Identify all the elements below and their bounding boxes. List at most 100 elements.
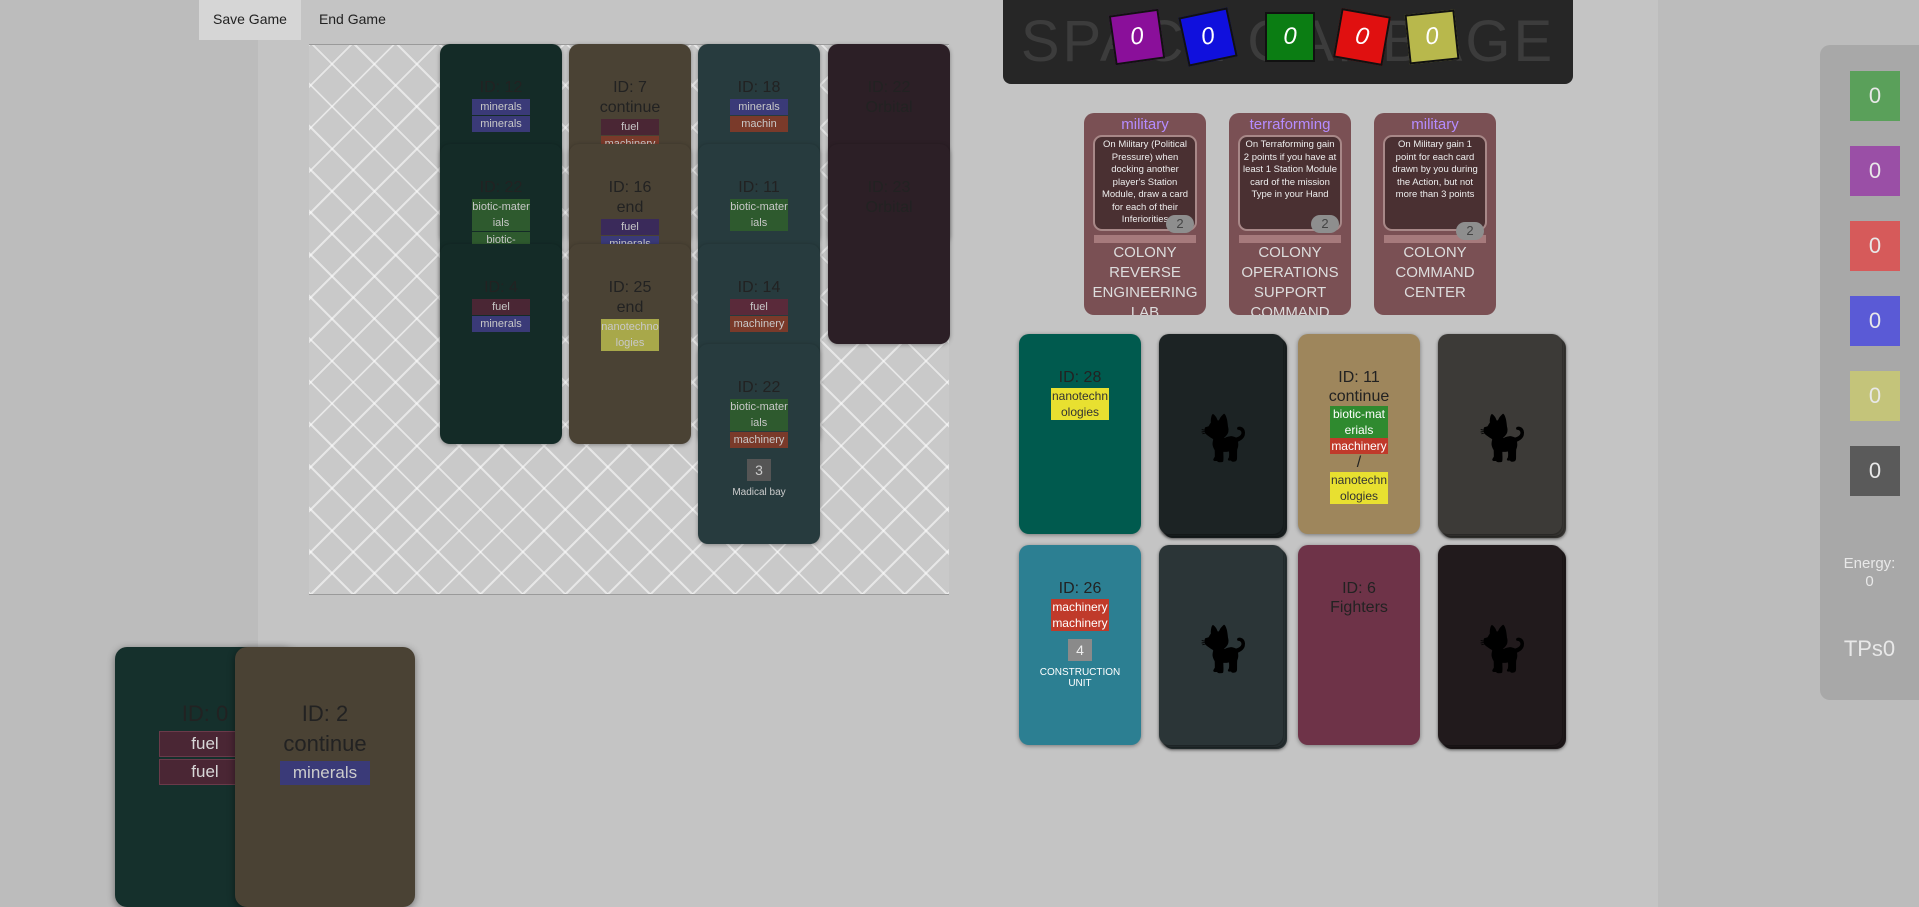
resource-chip: machinery <box>1051 615 1109 631</box>
cat-icon: 🐈 <box>1475 625 1530 674</box>
cat-icon: 🐈 <box>1196 414 1251 463</box>
end-game-button[interactable]: End Game <box>305 0 400 40</box>
card-id: ID: 28 <box>1058 369 1102 386</box>
resource-chip: minerals <box>472 99 530 115</box>
score-box: 0 <box>1108 8 1166 66</box>
resource-chip: biotic-materials <box>1330 406 1388 438</box>
resource-counter: 0 <box>1850 71 1900 121</box>
scoreboard: SPACE GARBAGE 00000 <box>1003 0 1573 84</box>
card-label: Orbital <box>865 99 913 116</box>
resource-chip: biotic-materials <box>472 199 530 231</box>
card-label: continue <box>283 731 367 756</box>
resource-chip: minerals <box>472 116 530 132</box>
mission-text: On Military gain 1 point for each card d… <box>1383 135 1487 231</box>
card-id: ID: 18 <box>737 79 781 96</box>
card-id: ID: 4 <box>484 279 518 296</box>
board-card[interactable]: ID: 23 Orbital <box>828 144 950 344</box>
mission-type: terraforming <box>1249 116 1331 133</box>
resource-chip: nanotechnologies <box>1330 472 1388 504</box>
resource-chip: nanotechnologies <box>1051 388 1109 420</box>
mission-type: military <box>1121 116 1169 133</box>
mission-divider <box>1239 235 1341 243</box>
resource-chip: machinery <box>1051 599 1109 615</box>
card-id: ID: 14 <box>737 279 781 296</box>
resource-chip: biotic-materials <box>730 399 788 431</box>
mission-points: 2 <box>1311 215 1339 233</box>
mission-name: COLONY REVERSE ENGINEERING LAB <box>1092 244 1198 315</box>
player-resources-panel: 0 0 0 0 0 0 <box>1820 45 1919 700</box>
resource-chip: minerals <box>730 99 788 115</box>
card-id: ID: 11 <box>738 179 780 196</box>
menu-bar: Save Game End Game <box>199 0 400 44</box>
resource-counter: 0 <box>1850 146 1900 196</box>
card-id: ID: 7 <box>613 79 647 96</box>
card-id: ID: 25 <box>608 279 652 296</box>
mission-name: COLONY COMMAND CENTER <box>1395 244 1475 301</box>
card-cost: 4 <box>1068 639 1092 661</box>
card-id: ID: 12 <box>479 79 523 96</box>
resource-chip: machinery <box>1330 438 1388 454</box>
card-cost: 3 <box>747 459 771 481</box>
resource-chip: minerals <box>472 316 530 332</box>
score-box: 0 <box>1265 12 1315 62</box>
card-name: CONSTRUCTION UNIT <box>1039 667 1121 689</box>
resource-chip: fuel <box>730 299 788 315</box>
card-label: continue <box>599 99 661 116</box>
market-card[interactable]: ID: 26 machinery machinery 4 CONSTRUCTION UN… <box>1019 545 1141 745</box>
board-card[interactable]: ID: 25 end nanotechnologies <box>569 244 691 444</box>
card-id: ID: 22 <box>737 379 781 396</box>
resource-counter: 0 <box>1850 221 1900 271</box>
save-game-button[interactable]: Save Game <box>199 0 301 40</box>
card-name: Madical bay <box>732 487 786 498</box>
resource-chip: machinery <box>730 432 788 448</box>
score-box: 0 <box>1404 9 1460 65</box>
card-deck[interactable]: 🐈 <box>1159 334 1287 538</box>
energy-label: Energy: <box>1843 555 1896 572</box>
resource-chip: machinery <box>730 316 788 332</box>
card-id: ID: 26 <box>1058 580 1102 597</box>
market-card[interactable]: ID: 11 continue biotic-materials machinery /… <box>1298 334 1420 534</box>
board-card[interactable]: ID: 4 fuel minerals <box>440 244 562 444</box>
mission-type: military <box>1411 116 1459 133</box>
mission-points: 2 <box>1166 215 1194 233</box>
mission-card[interactable]: military On Military gain 1 point for eac… <box>1374 113 1496 315</box>
resource-chip: fuel <box>601 119 659 135</box>
mission-divider <box>1094 235 1196 243</box>
score-box: 0 <box>1178 7 1238 67</box>
resource-chip: biotic-materials <box>730 199 788 231</box>
board-card[interactable]: ID: 22 biotic-materials machinery 3 Madical … <box>698 344 820 544</box>
card-id: ID: 2 <box>301 701 349 726</box>
card-id: ID: 22 <box>867 79 911 96</box>
resource-chip: machin <box>730 116 788 132</box>
card-id: ID: 22 <box>479 179 523 196</box>
card-deck[interactable]: 🐈 <box>1159 545 1287 749</box>
card-id: ID: 11 <box>1338 369 1380 386</box>
card-id: ID: 6 <box>1342 580 1376 597</box>
card-id: ID: 23 <box>867 179 911 196</box>
resource-chip: nanotechnologies <box>601 319 659 351</box>
mission-points: 2 <box>1456 222 1484 240</box>
card-label: Orbital <box>865 199 913 216</box>
cat-icon: 🐈 <box>1196 625 1251 674</box>
tps-readout: TPs0 <box>1843 636 1896 661</box>
mission-card[interactable]: military On Military (Political Pressure)… <box>1084 113 1206 315</box>
card-label: Fighters <box>1330 599 1388 616</box>
choice-separator: / <box>1356 454 1362 471</box>
resource-counter: 0 <box>1850 371 1900 421</box>
energy-readout: Energy: 0 <box>1820 555 1919 591</box>
resource-chip: fuel <box>472 299 530 315</box>
card-deck[interactable]: 🐈 <box>1438 334 1566 538</box>
hand-card[interactable]: ID: 2 continue minerals <box>235 647 415 907</box>
card-deck[interactable]: 🐈 <box>1438 545 1566 749</box>
cat-icon: 🐈 <box>1475 414 1530 463</box>
market-card[interactable]: ID: 28 nanotechnologies <box>1019 334 1141 534</box>
energy-value: 0 <box>1865 573 1874 590</box>
market-card[interactable]: ID: 6 Fighters <box>1298 545 1420 745</box>
mission-name: COLONY OPERATIONS SUPPORT COMMAND <box>1241 244 1339 315</box>
card-label: end <box>616 199 644 216</box>
score-box: 0 <box>1333 8 1391 66</box>
card-label: continue <box>1328 388 1390 405</box>
resource-chip: fuel <box>601 219 659 235</box>
resource-chip: minerals <box>280 761 370 785</box>
mission-card[interactable]: terraforming On Terraforming gain 2 point… <box>1229 113 1351 315</box>
